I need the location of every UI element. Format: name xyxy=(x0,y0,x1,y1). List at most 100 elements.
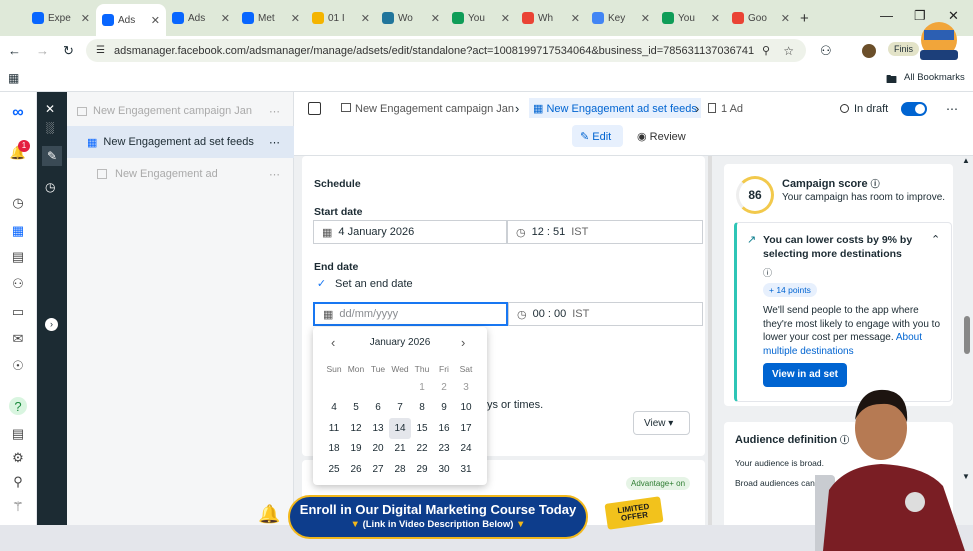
calendar-day[interactable]: 27 xyxy=(367,459,389,480)
audiences-icon[interactable]: ⚇ xyxy=(9,275,27,293)
close-tab-icon[interactable]: ✕ xyxy=(291,12,300,25)
bug-icon[interactable]: ⚚ xyxy=(9,498,27,516)
end-time-input[interactable]: ◷ 00 : 00 IST xyxy=(508,302,703,326)
tree-adset-item[interactable]: ▦ New Engagement ad set feeds ⋯ xyxy=(67,126,294,158)
edit-mode-button[interactable]: ✎ Edit xyxy=(572,125,623,147)
reload-icon[interactable]: ↻ xyxy=(63,43,74,59)
browser-tab[interactable]: Wo ✕ xyxy=(376,4,446,32)
settings-icon[interactable]: ⚙ xyxy=(9,449,27,467)
breadcrumb-campaign[interactable]: New Engagement campaign Jan xyxy=(355,103,514,115)
browser-tab[interactable]: Wh ✕ xyxy=(516,4,586,32)
zoom-icon[interactable]: ⚲ xyxy=(762,44,770,57)
more-options-icon[interactable]: ⋯ xyxy=(269,105,280,118)
network-icon[interactable]: ☉ xyxy=(9,357,27,375)
ads-manager-table-icon[interactable]: ▦ xyxy=(9,222,27,240)
close-tab-icon[interactable]: ✕ xyxy=(221,12,230,25)
apps-grid-icon[interactable]: ▦ xyxy=(8,71,19,85)
calendar-day[interactable]: 3 xyxy=(455,377,477,398)
forward-icon[interactable]: → xyxy=(36,43,49,58)
reports-icon[interactable]: ▤ xyxy=(9,425,27,443)
close-tab-icon[interactable]: ✕ xyxy=(571,12,580,25)
browser-tab[interactable]: Met ✕ xyxy=(236,4,306,32)
calendar-day[interactable]: 30 xyxy=(433,459,455,480)
review-mode-button[interactable]: ◉ Review xyxy=(637,130,686,143)
breadcrumb-adset[interactable]: ▦ New Engagement ad set feeds xyxy=(529,98,701,118)
megaphone-icon[interactable]: ✉ xyxy=(9,330,27,348)
calendar-day[interactable]: 29 xyxy=(411,459,433,480)
calendar-day[interactable]: 13 xyxy=(367,418,389,439)
profile-icon[interactable] xyxy=(862,44,876,58)
close-tab-icon[interactable]: ✕ xyxy=(431,12,440,25)
bookmark-star-icon[interactable]: ☆ xyxy=(783,44,794,58)
calendar-day[interactable]: 12 xyxy=(345,418,367,439)
browser-tab[interactable]: Goo ✕ xyxy=(726,4,796,32)
more-options-icon[interactable]: ⋯ xyxy=(946,102,958,116)
more-options-icon[interactable]: ⋯ xyxy=(269,136,280,149)
browser-tab[interactable]: Ads ✕ xyxy=(166,4,236,32)
close-tab-icon[interactable]: ✕ xyxy=(781,12,790,25)
publish-toggle[interactable] xyxy=(901,102,927,116)
calendar-day[interactable]: 8 xyxy=(411,398,433,419)
performance-icon[interactable]: ◷ xyxy=(9,194,27,212)
calendar-day[interactable]: 4 xyxy=(323,398,345,419)
url-field[interactable]: ☰ adsmanager.facebook.com/adsmanager/man… xyxy=(86,39,806,62)
expand-icon[interactable]: › xyxy=(45,318,58,331)
close-tab-icon[interactable]: ✕ xyxy=(641,12,650,25)
calendar-day[interactable]: 20 xyxy=(367,439,389,460)
billing-icon[interactable]: ▭ xyxy=(9,303,27,321)
chevron-up-icon[interactable]: ⌃ xyxy=(931,233,940,246)
calendar-day[interactable]: 2 xyxy=(433,377,455,398)
browser-tab[interactable]: Expe ✕ xyxy=(26,4,96,32)
history-icon[interactable]: ◷ xyxy=(45,180,55,194)
tree-campaign-item[interactable]: New Engagement campaign Jan ⋯ xyxy=(67,95,294,127)
next-month-icon[interactable]: › xyxy=(461,335,465,350)
close-tab-icon[interactable]: ✕ xyxy=(711,12,720,25)
scroll-up-icon[interactable]: ▲ xyxy=(962,156,970,165)
start-time-input[interactable]: ◷ 12 : 51 IST xyxy=(507,220,703,244)
calendar-day[interactable]: 19 xyxy=(345,439,367,460)
calendar-day[interactable]: 15 xyxy=(411,418,433,439)
calendar-day[interactable]: 28 xyxy=(389,459,411,480)
calendar-day[interactable]: 31 xyxy=(455,459,477,480)
calendar-day[interactable]: 11 xyxy=(323,418,345,439)
meta-logo-icon[interactable]: ∞ xyxy=(9,104,27,122)
close-editor-icon[interactable]: ✕ xyxy=(45,102,55,116)
browser-tab[interactable]: You ✕ xyxy=(446,4,516,32)
back-icon[interactable]: ← xyxy=(8,43,21,58)
all-bookmarks-link[interactable]: All Bookmarks xyxy=(904,72,965,83)
calendar-day[interactable]: 25 xyxy=(323,459,345,480)
site-info-icon[interactable]: ☰ xyxy=(96,45,105,56)
close-tab-icon[interactable]: ✕ xyxy=(361,12,370,25)
scrollbar[interactable] xyxy=(964,316,970,354)
close-tab-icon[interactable]: ✕ xyxy=(151,14,160,27)
new-tab-button[interactable]: + xyxy=(800,10,809,27)
more-options-icon[interactable]: ⋯ xyxy=(269,168,280,181)
close-tab-icon[interactable]: ✕ xyxy=(81,12,90,25)
calendar-day[interactable]: 18 xyxy=(323,439,345,460)
calendar-day[interactable]: 17 xyxy=(455,418,477,439)
info-icon[interactable]: ⓘ xyxy=(871,179,880,189)
calendar-day[interactable]: 1 xyxy=(411,377,433,398)
calendar-day[interactable]: 16 xyxy=(433,418,455,439)
browser-tab[interactable]: Ads ✕ xyxy=(96,4,166,36)
end-date-input[interactable]: ▦ dd/mm/yyyy xyxy=(313,302,508,326)
minimize-icon[interactable]: — xyxy=(880,8,893,23)
calendar-day[interactable]: 10 xyxy=(455,398,477,419)
help-icon[interactable]: ? xyxy=(9,397,27,415)
tree-ad-item[interactable]: New Engagement ad ⋯ xyxy=(67,158,294,190)
info-icon[interactable]: ⓘ xyxy=(763,266,772,279)
calendar-day[interactable]: 5 xyxy=(345,398,367,419)
calendar-day[interactable]: 7 xyxy=(389,398,411,419)
pencil-edit-icon[interactable]: ✎ xyxy=(42,146,62,166)
search-icon[interactable]: ⚲ xyxy=(9,473,27,491)
end-date-checkbox[interactable]: ✓ xyxy=(315,277,328,290)
calendar-day[interactable]: 24 xyxy=(455,439,477,460)
browser-tab[interactable]: 01 I ✕ xyxy=(306,4,376,32)
sidebar-toggle-icon[interactable] xyxy=(308,102,321,115)
calendar-day[interactable]: 6 xyxy=(367,398,389,419)
pages-icon[interactable]: ▤ xyxy=(9,248,27,266)
calendar-day[interactable]: 23 xyxy=(433,439,455,460)
view-dropdown[interactable]: View ▾ xyxy=(633,411,690,435)
close-tab-icon[interactable]: ✕ xyxy=(501,12,510,25)
chart-icon[interactable]: ░ xyxy=(46,122,54,134)
